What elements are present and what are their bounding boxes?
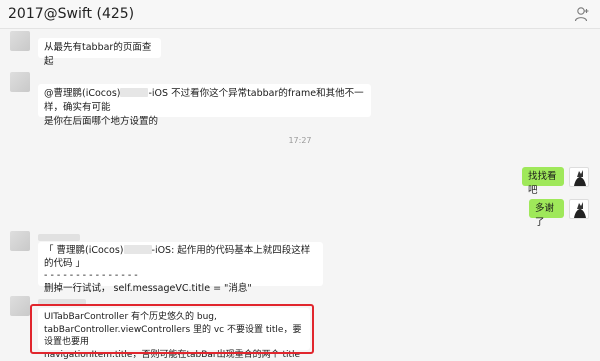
message-bubble-outgoing: 多谢了 [529, 199, 564, 218]
message-text: 是你在后面哪个地方设置的 [44, 115, 365, 129]
avatar-image [570, 200, 589, 219]
message-bubble: @曹理鹏(iCocos)-iOS 不过看你这个异常tabbar的frame和其他… [38, 84, 371, 117]
add-contact-icon[interactable] [574, 6, 590, 22]
mention-name: @曹理鹏(iCocos) [44, 88, 120, 99]
message-text: 找找看吧 [528, 171, 557, 196]
message-bubble: 从最先有tabbar的页面查起 [38, 38, 161, 58]
sender-avatar[interactable] [10, 72, 30, 92]
quote-divider: - - - - - - - - - - - - - - - [44, 270, 317, 283]
sender-avatar[interactable] [10, 296, 30, 316]
chat-title: 2017@Swift (425) [8, 6, 134, 22]
sender-avatar[interactable] [10, 231, 30, 251]
message-text: 从最先有tabbar的页面查起 [44, 42, 151, 67]
sender-avatar[interactable] [10, 31, 30, 51]
message-bubble: 「 曹理鹏(iCocos)-iOS: 起作用的代码基本上就四段这样的代码 」 -… [38, 242, 323, 286]
my-avatar[interactable] [569, 199, 589, 219]
highlight-box [30, 304, 314, 354]
avatar-image [570, 168, 589, 187]
message-text: 删掉一行试试， self.messageVC.title = "消息" [44, 283, 317, 296]
redacted-name [120, 88, 148, 97]
message-bubble-outgoing: 找找看吧 [522, 167, 564, 186]
chat-timestamp: 17:27 [0, 136, 600, 145]
my-avatar[interactable] [569, 167, 589, 187]
chat-header: 2017@Swift (425) [0, 0, 600, 29]
redacted-name [124, 245, 152, 254]
sender-name-redacted [38, 234, 80, 241]
message-text: 多谢了 [535, 203, 554, 228]
quote-name: 「 曹理鹏(iCocos) [44, 245, 124, 256]
